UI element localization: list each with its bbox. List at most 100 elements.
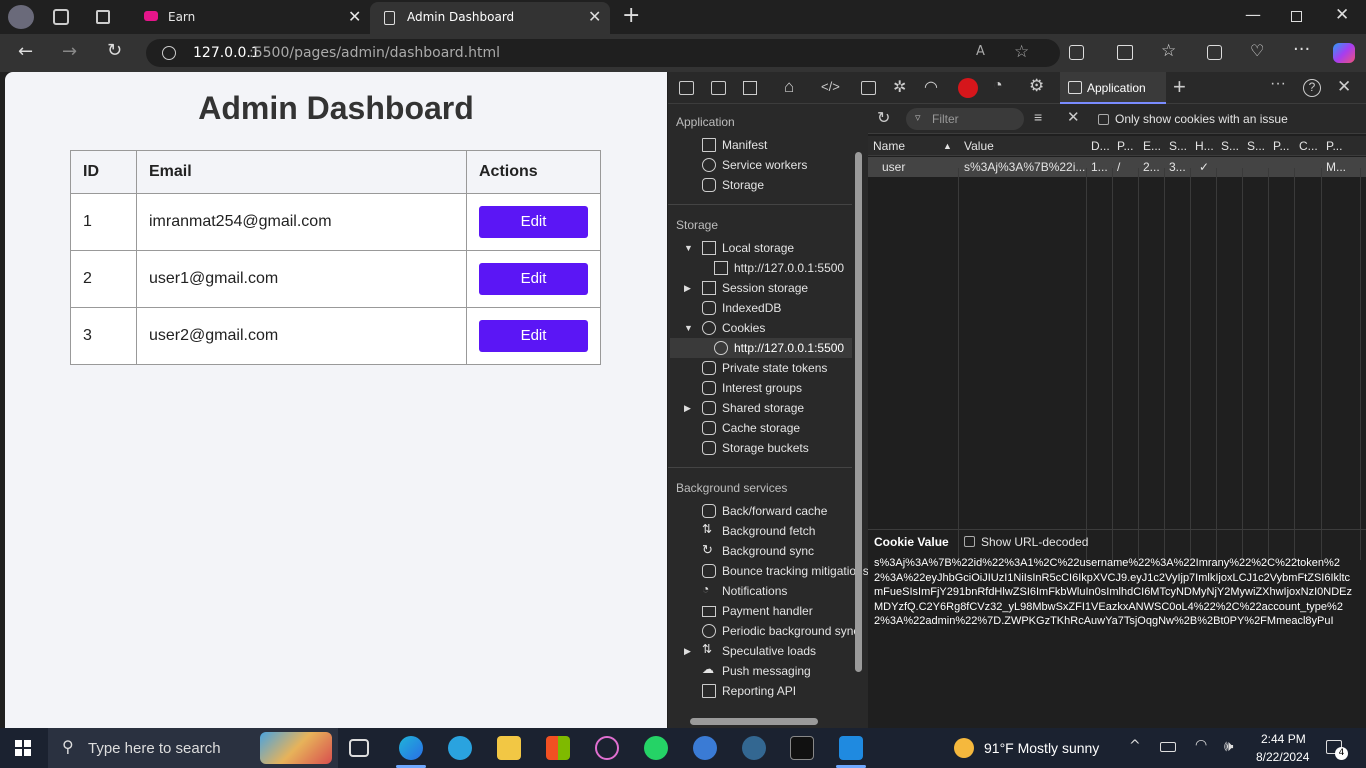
- browser-app-icon[interactable]: [693, 736, 717, 760]
- show-hidden-icons-icon[interactable]: ^: [1129, 738, 1141, 754]
- sidebar-item-service-workers[interactable]: Service workers: [698, 155, 868, 175]
- battery-icon[interactable]: [1160, 742, 1176, 752]
- console-icon[interactable]: [861, 81, 876, 95]
- minimize-icon[interactable]: —: [1245, 5, 1261, 24]
- col-httponly[interactable]: H...: [1195, 139, 1217, 153]
- back-icon[interactable]: ←: [18, 41, 33, 62]
- elements-icon[interactable]: </>: [821, 79, 840, 94]
- tab-earn[interactable]: Earn ✕: [134, 4, 366, 34]
- sidebar-item-bounce-tracking[interactable]: Bounce tracking mitigations: [698, 561, 868, 581]
- col-domain[interactable]: D...: [1091, 139, 1113, 153]
- col-partition-key[interactable]: P...: [1273, 139, 1295, 153]
- sidebar-item-local-storage[interactable]: ▼ Local storage: [684, 238, 868, 258]
- split-screen-icon[interactable]: [1117, 45, 1133, 60]
- sidebar-horizontal-scrollbar[interactable]: [690, 718, 818, 725]
- sidebar-item-bfcache[interactable]: Back/forward cache: [698, 501, 868, 521]
- sidebar-item-indexeddb[interactable]: IndexedDB: [698, 298, 868, 318]
- windows-start-icon[interactable]: [15, 740, 31, 756]
- close-tab-icon[interactable]: ✕: [588, 7, 601, 26]
- sidebar-item-cache-storage[interactable]: Cache storage: [698, 418, 868, 438]
- wifi-icon[interactable]: ◠: [1195, 737, 1207, 753]
- file-explorer-icon[interactable]: [497, 736, 521, 760]
- telegram-icon[interactable]: [448, 736, 472, 760]
- sidebar-item-push-messaging[interactable]: ☁ Push messaging: [698, 661, 868, 681]
- sort-ascending-icon[interactable]: ▲: [943, 141, 952, 151]
- col-value[interactable]: Value: [964, 139, 1084, 153]
- sidebar-item-notifications[interactable]: ◔ Notifications: [698, 581, 868, 601]
- delete-all-icon[interactable]: ✕: [1067, 108, 1080, 126]
- collapsed-arrow-icon[interactable]: ▶: [684, 283, 691, 294]
- filter-input[interactable]: ▿ Filter: [906, 108, 1024, 130]
- edit-button[interactable]: Edit: [479, 263, 588, 295]
- volume-icon[interactable]: 🕪: [1224, 737, 1233, 755]
- col-name[interactable]: Name: [873, 139, 953, 153]
- sidebar-item-payment-handler[interactable]: Payment handler: [698, 601, 868, 621]
- clock-time[interactable]: 2:44 PM: [1261, 732, 1306, 746]
- info-icon[interactable]: [162, 46, 176, 60]
- sidebar-item-interest-groups[interactable]: Interest groups: [698, 378, 868, 398]
- taskbar-search-box[interactable]: ⚲ Type here to search: [48, 728, 338, 768]
- expanded-arrow-icon[interactable]: ▼: [684, 323, 693, 333]
- url-decoded-checkbox[interactable]: [964, 536, 975, 547]
- col-cross-site[interactable]: C...: [1299, 139, 1321, 153]
- weather-icon[interactable]: [954, 738, 974, 758]
- expanded-arrow-icon[interactable]: ▼: [684, 243, 693, 253]
- sidebar-item-cookies[interactable]: ▼ Cookies: [684, 318, 868, 338]
- extensions-icon[interactable]: [1069, 45, 1084, 60]
- sidebar-item-shared-storage[interactable]: ▶ Shared storage: [684, 398, 868, 418]
- clear-filtered-icon[interactable]: ≡: [1034, 109, 1042, 125]
- forward-icon[interactable]: →: [62, 41, 77, 62]
- sidebar-item-cookies-origin[interactable]: http://127.0.0.1:5500: [710, 338, 858, 358]
- media-player-icon[interactable]: [595, 736, 619, 760]
- sources-icon[interactable]: ✲: [893, 77, 906, 97]
- col-path[interactable]: P...: [1117, 139, 1139, 153]
- weather-text[interactable]: 91°F Mostly sunny: [984, 740, 1099, 756]
- sidebar-item-storage-buckets[interactable]: Storage buckets: [698, 438, 868, 458]
- issues-icon[interactable]: [958, 78, 978, 98]
- sidebar-item-speculative-loads[interactable]: ▶ ⇅ Speculative loads: [684, 641, 868, 661]
- edge-icon[interactable]: [399, 736, 423, 760]
- help-icon[interactable]: ?: [1303, 79, 1321, 97]
- favorite-star-icon[interactable]: ☆: [1014, 42, 1029, 62]
- close-devtools-icon[interactable]: ✕: [1337, 77, 1351, 97]
- col-expires[interactable]: E...: [1143, 139, 1165, 153]
- sidebar-item-reporting-api[interactable]: Reporting API: [698, 681, 868, 701]
- welcome-icon[interactable]: ⌂: [784, 77, 794, 97]
- terminal-icon[interactable]: [790, 736, 814, 760]
- tab-actions-icon[interactable]: [96, 10, 110, 24]
- refresh-icon[interactable]: ↻: [107, 40, 122, 61]
- restore-icon[interactable]: [1291, 11, 1302, 22]
- memory-icon[interactable]: ⚙: [1029, 76, 1044, 96]
- table-row[interactable]: user s%3Aj%3A%7B%22i... 1... / 2... 3...…: [868, 157, 1366, 177]
- sidebar-vertical-scrollbar[interactable]: [855, 152, 862, 672]
- address-field[interactable]: 127.0.0.1 :5500/pages/admin/dashboard.ht…: [146, 39, 1060, 67]
- close-tab-icon[interactable]: ✕: [348, 7, 361, 26]
- task-view-icon[interactable]: [349, 739, 369, 757]
- profile-avatar[interactable]: [8, 5, 34, 29]
- edit-button[interactable]: Edit: [479, 320, 588, 352]
- edit-button[interactable]: Edit: [479, 206, 588, 238]
- clock-date[interactable]: 8/22/2024: [1256, 750, 1309, 764]
- network-icon[interactable]: ◠: [924, 77, 938, 97]
- devtools-menu-icon[interactable]: ···: [1270, 75, 1286, 93]
- col-secure[interactable]: S...: [1221, 139, 1243, 153]
- whatsapp-icon[interactable]: [644, 736, 668, 760]
- sidebar-item-storage[interactable]: Storage: [698, 175, 868, 195]
- refresh-icon[interactable]: ↻: [877, 108, 890, 128]
- col-priority[interactable]: P...: [1326, 139, 1348, 153]
- sidebar-item-background-sync[interactable]: ↻ Background sync: [698, 541, 868, 561]
- workspaces-icon[interactable]: [53, 9, 69, 25]
- collections-icon[interactable]: [1207, 45, 1222, 60]
- cookie-value-text[interactable]: s%3Aj%3A%7B%22id%22%3A1%2C%22username%22…: [874, 556, 1354, 629]
- sidebar-item-background-fetch[interactable]: ⇅ Background fetch: [698, 521, 868, 541]
- tab-admin-dashboard[interactable]: Admin Dashboard ✕: [370, 2, 610, 34]
- sidebar-item-manifest[interactable]: Manifest: [698, 135, 868, 155]
- sidebar-item-periodic-sync[interactable]: Periodic background sync: [698, 621, 868, 641]
- device-toolbar-icon[interactable]: [711, 81, 726, 95]
- close-window-icon[interactable]: ✕: [1335, 5, 1349, 25]
- new-tab-icon[interactable]: +: [622, 3, 640, 28]
- performance-icon[interactable]: ♡: [1250, 41, 1264, 60]
- collapsed-arrow-icon[interactable]: ▶: [684, 646, 691, 657]
- inspect-icon[interactable]: [679, 81, 694, 95]
- col-samesite[interactable]: S...: [1247, 139, 1269, 153]
